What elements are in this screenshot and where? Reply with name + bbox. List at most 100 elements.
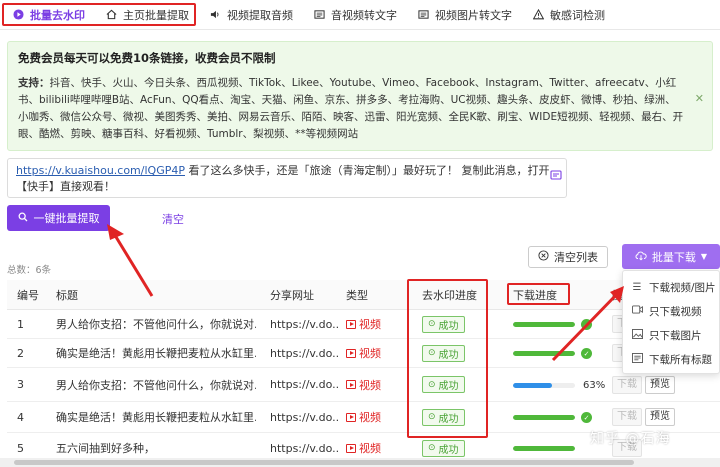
top-nav: 批量去水印 主页批量提取 视频提取音频 音视频转文字 视频图片转文字 敏感词检测 [0,0,720,30]
tab-homepage-extract[interactable]: 主页批量提取 [99,4,195,26]
type-tag: 视频 [346,345,381,361]
tab-label: 视频提取音频 [227,8,293,22]
progress-fill [513,415,575,420]
bulk-download-label: 批量下载 [651,250,696,264]
header-title: 标题 [56,288,78,302]
header-no: 编号 [17,288,39,302]
video-icon [631,305,643,317]
type-tag: 视频 [346,409,381,425]
row-url[interactable]: https://v.do... [270,442,340,455]
header-download-progress: 下载进度 [513,288,557,302]
status-badge: ⊙ 成功 [422,376,465,393]
header-type: 类型 [346,288,368,302]
status-label: 成功 [438,320,459,332]
check-icon: ✓ [581,348,592,359]
tab-sensitive-words[interactable]: 敏感词检测 [526,4,611,26]
video-play-icon [346,443,356,453]
row-url[interactable]: https://v.do... [270,378,340,391]
check-icon: ✓ [581,412,592,423]
watermark-text: 知乎 @石海 [590,431,671,447]
type-label: 视频 [359,442,381,455]
tab-label: 视频图片转文字 [435,8,512,22]
row-no: 3 [17,378,24,391]
download-progress-bar [513,322,575,327]
check-circle-icon: ⊙ [428,412,436,422]
status-label: 成功 [438,444,459,456]
table-row: 1 男人给你支招：不管他问什么，你就说对... https://v.do... … [7,310,720,339]
support-text: 抖音、快手、火山、今日头条、西瓜视频、TikTok、Likee、Youtube、… [18,77,684,140]
row-title: 五六间抽到好多种， [56,442,155,455]
row-no: 5 [17,441,24,455]
row-url[interactable]: https://v.do... [270,347,340,360]
row-url[interactable]: https://v.do... [270,411,340,424]
table-row: 2 确实是绝活！黄彪用长鞭把麦粒从水缸里... https://v.do... … [7,339,720,368]
type-label: 视频 [359,411,381,424]
menu-item-video-only[interactable]: 只下载视频 [623,299,719,323]
preview-button[interactable]: 预览 [645,408,675,426]
menu-item-all-titles[interactable]: 下载所有标题 [623,347,719,371]
clear-list-button[interactable]: 清空列表 [528,246,608,268]
menu-item-label: 只下载视频 [649,305,702,318]
menu-item-label: 只下载图片 [649,329,702,342]
video-play-icon [346,319,356,329]
status-badge: ⊙ 成功 [422,315,465,333]
header-url: 分享网址 [270,288,314,302]
progress-fill [513,322,575,327]
header-watermark-progress: 去水印进度 [422,288,477,302]
menu-item-label: 下载所有标题 [649,353,712,366]
clear-link[interactable]: 清空 [162,211,184,227]
preview-button[interactable]: 预览 [645,375,675,394]
image-text-icon [417,8,430,21]
status-label: 成功 [438,381,459,392]
row-no: 4 [17,410,24,424]
play-circle-icon [12,8,25,21]
video-play-icon [346,348,356,358]
tab-label: 音视频转文字 [331,8,397,22]
tab-media-to-text[interactable]: 视频图片转文字 [411,4,518,26]
title-list-icon [631,352,643,366]
status-badge: ⊙ 成功 [422,439,465,457]
check-circle-icon: ⊙ [428,319,436,329]
search-icon [18,212,28,225]
warning-icon [532,8,545,21]
status-badge: ⊙ 成功 [422,344,465,362]
notice-headline: 免费会员每天可以免费10条链接，收费会员不限制 [18,51,276,65]
row-title: 男人给你支招：不管他问什么，你就说对... [56,318,256,331]
scrollbar-thumb[interactable] [14,460,634,465]
type-tag: 视频 [346,377,381,393]
menu-item-download-all[interactable]: ☰ 下载视频/图片 [623,275,719,299]
doc-icon [313,8,326,21]
check-icon: ✓ [581,319,592,330]
progress-fill [513,446,575,451]
bulk-download-button[interactable]: 批量下载 ▼ [622,244,720,269]
tab-label: 主页批量提取 [123,8,189,22]
download-progress-bar [513,382,575,388]
tab-av-to-text[interactable]: 音视频转文字 [307,4,403,26]
url-textarea[interactable]: https://v.kuaishou.com/lQGP4P 看了这么多快手，还是… [7,158,567,198]
menu-item-image-only[interactable]: 只下载图片 [623,323,719,347]
menu-item-label: 下载视频/图片 [649,281,716,294]
batch-extract-button[interactable]: 一键批量提取 [7,205,110,231]
row-no: 1 [17,317,24,331]
clear-list-label: 清空列表 [554,251,598,264]
check-circle-icon: ⊙ [428,379,436,390]
notice-panel: 免费会员每天可以免费10条链接，收费会员不限制 支持：抖音、快手、火山、今日头条… [7,41,713,151]
audio-icon [209,8,222,21]
download-button[interactable]: 下载 [612,375,642,394]
tab-extract-audio[interactable]: 视频提取音频 [203,4,299,26]
table-row: 3 男人给你支招：不管他问什么，你就说对... https://v.do... … [7,368,720,402]
paste-icon[interactable] [550,169,562,186]
progress-percent: 63% [583,379,606,391]
close-icon[interactable]: ✕ [695,92,704,105]
download-progress-bar [513,351,575,356]
tab-batch-watermark[interactable]: 批量去水印 [6,4,91,26]
video-play-icon [346,380,356,389]
type-tag: 视频 [346,316,381,332]
supported-sites: 支持：抖音、快手、火山、今日头条、西瓜视频、TikTok、Likee、Youtu… [18,75,684,143]
row-url[interactable]: https://v.do... [270,318,340,331]
list-icon: ☰ [632,281,642,293]
download-button[interactable]: 下载 [612,408,642,426]
bulk-download-menu: ☰ 下载视频/图片 只下载视频 只下载图片 下载所有标题 [622,270,720,374]
horizontal-scrollbar[interactable] [0,458,720,467]
support-label: 支持： [18,77,50,89]
